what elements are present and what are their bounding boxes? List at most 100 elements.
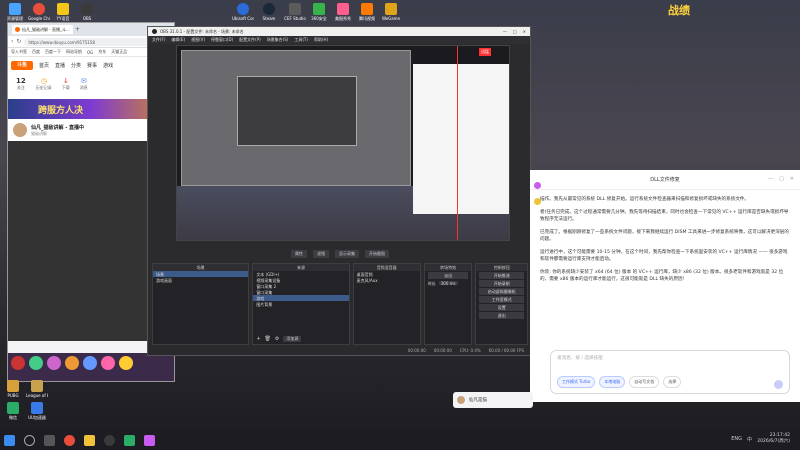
remove-icon[interactable]: 🗑 [265,336,271,342]
back-icon[interactable]: ‹ [11,38,13,45]
minimize-icon[interactable]: — [503,29,507,34]
gift-icon[interactable] [29,356,43,370]
taskbar-clock[interactable]: 23:17:42 2026/6/7(周六) [757,433,790,445]
ai-assistant-icon[interactable] [144,434,155,446]
bookmark-item[interactable]: 百度 [32,49,40,55]
desktop-icon-obs[interactable]: OBS [76,3,98,21]
obs-preview[interactable]: 迅猛 [176,45,510,241]
bookmark-item[interactable]: 百度一下 [45,49,61,55]
nav-home[interactable]: 首页 [39,62,49,69]
stat-follow[interactable]: 12 关注 [16,77,26,95]
gift-icon[interactable] [83,356,97,370]
menu-tools[interactable]: 工具(T) [294,37,308,43]
folder-icon[interactable] [84,434,95,446]
stat-history[interactable]: ◷ 历史记录 [36,77,52,95]
settings-button[interactable]: 设置 [479,304,525,311]
add-icon[interactable]: + [256,336,260,342]
desktop-icon-wegame[interactable]: WeGame [380,3,402,21]
input-language[interactable]: ENG [731,436,742,443]
doc-pill[interactable]: 自动写文档 [629,376,660,388]
chrome-icon[interactable] [64,434,75,446]
exit-button[interactable]: 退出 [479,312,525,319]
nav-live[interactable]: 直播 [55,62,65,69]
send-button[interactable] [774,380,783,389]
gift-icon[interactable] [47,356,61,370]
menu-file[interactable]: 文件(F) [152,37,165,43]
source-item[interactable]: 图片背景 [253,301,348,307]
desktop-icon-tencent-video[interactable]: 腾讯视频 [356,3,378,21]
chat-side-icon[interactable] [534,198,541,205]
filters-button[interactable]: 滤镜 [313,250,329,258]
gear-icon[interactable]: ⚙ [275,336,279,342]
menu-profile[interactable]: 配置文件(P) [239,37,261,43]
search-icon[interactable] [24,434,35,446]
desktop-icon-explorer[interactable]: 资源管理 [4,3,26,21]
browser-tab[interactable]: 仙凡_猫敌讲解 - 直播_斗... [12,25,73,34]
stat-message[interactable]: ✉ 消息 [80,77,88,95]
desktop-icon-meitu[interactable]: 美图秀秀 [332,3,354,21]
start-icon[interactable] [4,434,15,446]
transition-select[interactable]: 淡出 [427,272,469,279]
properties-button[interactable]: 属性 [291,250,307,258]
desktop-icon-yy[interactable]: YY语音 [52,3,74,21]
avatar[interactable] [13,123,27,137]
chat-input-box[interactable]: 发消息、按 / 选择技能 工作模式 Turbo 本地电脑 自动写文档 选择 [550,350,790,394]
bookmark-item[interactable]: 京东 [98,49,106,55]
gift-icon[interactable] [101,356,115,370]
local-pill[interactable]: 本地电脑 [599,376,626,388]
ime-indicator[interactable]: 中 [747,436,752,443]
screenshot-button[interactable]: 开始截图 [365,250,389,258]
select-pill[interactable]: 选择 [663,376,682,388]
virtual-camera-button[interactable]: 启动虚拟摄像机 [479,288,525,295]
duration-input[interactable]: 300 ms [438,281,458,286]
menu-help[interactable]: 帮助(H) [314,37,328,43]
menu-edit[interactable]: 编辑(E) [171,37,185,43]
user-card[interactable]: 仙凡是猫 [453,392,533,408]
chat-side-icon[interactable] [534,182,541,189]
source-selection-box[interactable] [457,46,471,240]
start-streaming-button[interactable]: 开始推流 [479,272,525,279]
desktop-icon-pubg[interactable]: PUBG [2,380,24,398]
stat-download[interactable]: ↓ 下载 [62,77,70,95]
desktop-icon-steam[interactable]: Steam [258,3,280,21]
desktop-icon-lol[interactable]: League of Legends [26,380,48,398]
desktop-icon-360[interactable]: 360安全 [308,3,330,21]
studio-mode-button[interactable]: 工作室模式 [479,296,525,303]
nav-category[interactable]: 分类 [71,62,81,69]
mixer-channel[interactable]: 麦克风/Aux [354,277,420,283]
close-icon[interactable]: ✕ [790,176,794,182]
site-logo[interactable]: 斗鱼 [11,60,33,70]
new-tab-icon[interactable]: + [75,26,80,33]
wechat-icon[interactable] [124,434,135,446]
desktop-icon-ubisoft[interactable]: Ubisoft Conn... [232,3,254,21]
gift-icon[interactable] [65,356,79,370]
obs-window[interactable]: OBS 31.0.1 - 配置文件: 未命名 - 场景: 未命名 — □ ✕ 文… [147,26,531,356]
reload-icon[interactable]: ↻ [16,38,21,45]
show-capture-button[interactable]: 显示采集 [335,250,359,258]
chat-window[interactable]: DLL文件修复 — □ ✕ 描作。我先从最常见的系统 DLL 修复开始。运行系统… [530,170,800,402]
menu-docks[interactable]: 停靠窗口(D) [211,37,233,43]
menu-view[interactable]: 视图(V) [191,37,205,43]
desktop-icon-cef[interactable]: CEF Studio [284,3,306,21]
close-icon[interactable]: ✕ [523,29,526,34]
task-view-icon[interactable] [44,434,55,446]
desktop-icon-uu[interactable]: UU加速器 [26,402,48,420]
maximize-icon[interactable]: □ [513,29,517,34]
gift-icon[interactable] [11,356,25,370]
chat-input[interactable]: 发消息、按 / 选择技能 [551,351,789,365]
menu-scene-collection[interactable]: 场景集合(S) [267,37,289,43]
nav-events[interactable]: 赛事 [87,62,97,69]
gift-icon[interactable] [119,356,133,370]
bookmark-item[interactable]: 导入书签 [11,49,27,55]
bookmark-item[interactable]: 天猫正品 [111,49,127,55]
desktop-icon-chrome[interactable]: Google Chrome [28,3,50,21]
mode-pill[interactable]: 工作模式 Turbo [557,376,596,388]
scene-item[interactable]: 游戏画面 [153,277,248,283]
add-source-button[interactable]: 添加源 [283,336,302,342]
nav-games[interactable]: 游戏 [103,62,113,69]
desktop-icon-wechat[interactable]: 微信 [2,402,24,420]
obs-icon[interactable] [104,434,115,446]
minimize-icon[interactable]: — [768,176,773,182]
maximize-icon[interactable]: □ [779,176,784,182]
bookmark-item[interactable]: 网站导航 [66,49,82,55]
